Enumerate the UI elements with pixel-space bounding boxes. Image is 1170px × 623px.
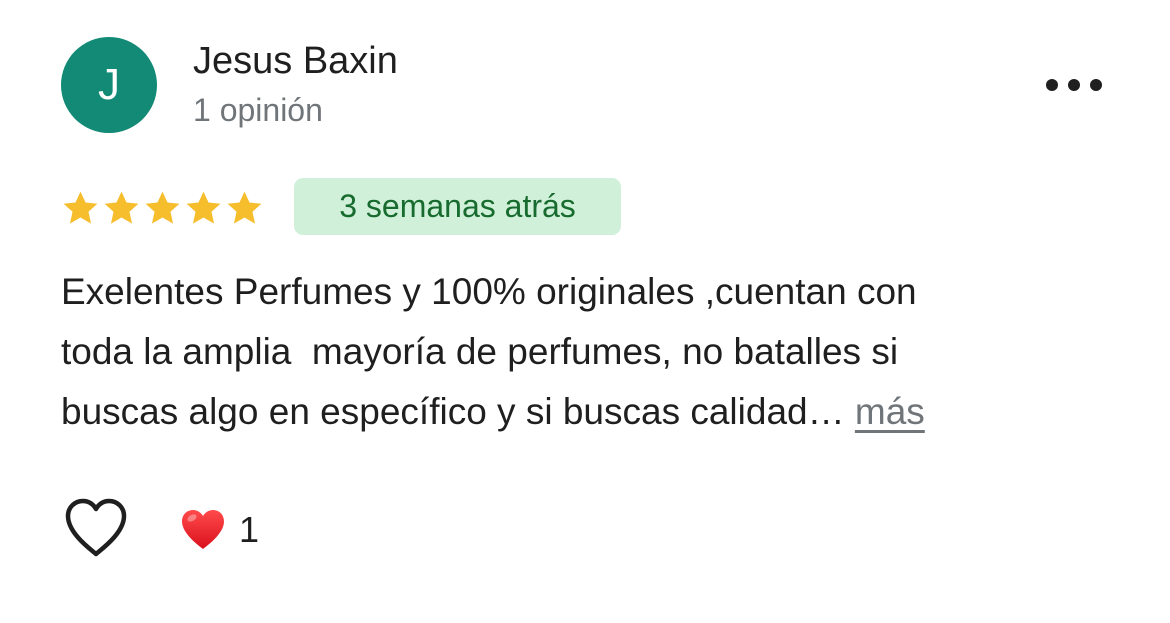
author-name[interactable]: Jesus Baxin [193, 40, 398, 83]
star-icon [63, 191, 98, 224]
more-horizontal-icon-dot [1068, 79, 1080, 91]
heart-outline-icon [65, 498, 127, 557]
like-button[interactable] [62, 496, 130, 560]
review-text: Exelentes Perfumes y 100% originales ,cu… [61, 262, 1141, 442]
star-icon [104, 191, 139, 224]
author-review-count: 1 opinión [193, 92, 323, 128]
avatar-initial: J [98, 60, 120, 109]
more-horizontal-icon [1046, 79, 1058, 91]
star-icon [227, 191, 262, 224]
reaction-count: 1 [239, 509, 260, 550]
review-date-badge: 3 semanas atrás [294, 178, 621, 235]
star-icon [145, 191, 180, 224]
reaction-summary[interactable]: 1 [180, 506, 259, 554]
read-more-link[interactable]: más [855, 391, 925, 432]
avatar[interactable]: J [61, 37, 157, 133]
more-horizontal-icon-dot [1090, 79, 1102, 91]
star-icon [186, 191, 221, 224]
more-options-button[interactable] [1044, 68, 1104, 102]
review-text-line: Exelentes Perfumes y 100% originales ,cu… [61, 271, 917, 312]
star-rating [61, 183, 266, 233]
review-text-line-content: buscas algo en específico y si buscas ca… [61, 391, 855, 432]
red-heart-icon [182, 510, 224, 549]
review-text-line: toda la amplia mayoría de perfumes, no b… [61, 331, 899, 372]
review-text-line: buscas algo en específico y si buscas ca… [61, 382, 1141, 442]
